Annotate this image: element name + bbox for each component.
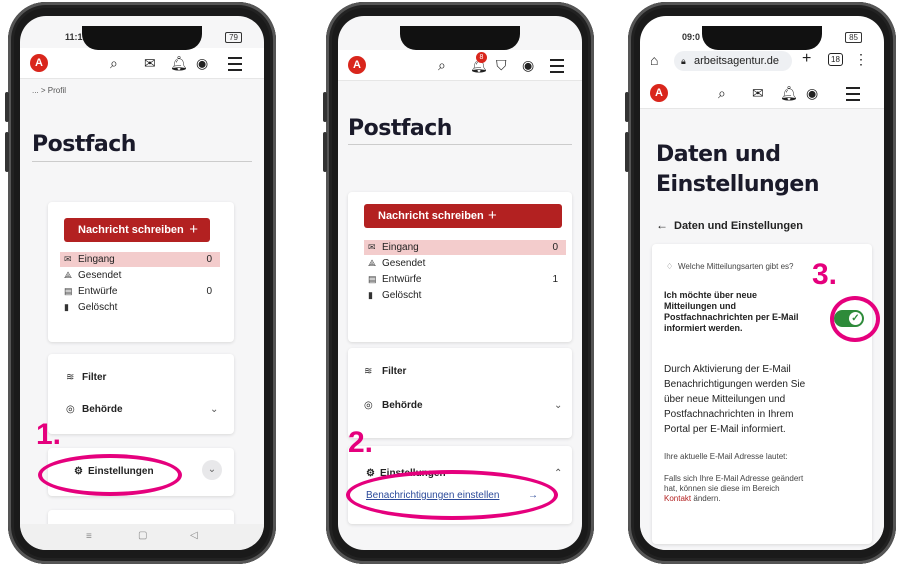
filter-icon: ≋ — [364, 366, 373, 377]
page-title: Postfach — [348, 116, 452, 141]
authority-dropdown[interactable]: Behörde — [382, 400, 423, 411]
description-text: Durch Aktivierung der E-Mail Benachricht… — [664, 364, 806, 435]
new-tab-icon[interactable]: + — [802, 50, 811, 68]
android-nav-bar: ≡ ▢ ◁ — [20, 524, 264, 550]
expand-button[interactable]: ⌄ — [202, 460, 222, 480]
search-icon[interactable]: ⌕ — [718, 85, 726, 101]
user-icon[interactable]: ◉ — [196, 55, 208, 71]
folder-sent[interactable]: ⟁ Gesendet — [364, 256, 566, 271]
trash-icon: ▮ — [64, 302, 69, 312]
write-message-button[interactable]: Nachricht schreiben + — [64, 218, 210, 242]
option-text: Ich möchte über neue Mitteilungen und Po… — [664, 290, 799, 333]
inbox-icon: ✉ — [64, 254, 72, 264]
phone-3-screen: 09:0 85 ⌂ 🔒︎ arbeitsagentur.de + 18 ⋮ A … — [640, 16, 884, 550]
notification-badge: 8 — [476, 52, 487, 63]
battery-icon: 79 — [225, 32, 242, 43]
step-2-label: 2. — [348, 426, 374, 459]
menu-icon[interactable] — [550, 59, 564, 73]
site-header: A ⌕ ✉ 🔔︎ ◉ — [640, 78, 884, 109]
folder-drafts[interactable]: ▤ Entwürfe 0 — [60, 284, 220, 299]
inbox-icon: ✉ — [368, 242, 376, 252]
sent-icon: ⟁ — [368, 258, 377, 268]
highlight-oval-3 — [830, 296, 880, 342]
page-title-line-2: Einstellungen — [656, 172, 820, 197]
trash-icon: ▮ — [368, 290, 373, 300]
home-icon[interactable]: ⌂ — [650, 52, 658, 68]
lightbulb-icon: ♢ — [666, 262, 674, 271]
filter-label[interactable]: Filter — [82, 372, 106, 383]
back-arrow-icon[interactable]: ← — [656, 218, 668, 232]
status-time: 09:0 — [682, 32, 701, 42]
logo-icon[interactable]: A — [348, 56, 366, 74]
contact-link[interactable]: Kontakt — [664, 494, 691, 503]
page-title: Postfach — [32, 132, 136, 157]
draft-icon: ▤ — [368, 274, 377, 284]
change-hint: Falls sich Ihre E-Mail Adresse geändert … — [664, 474, 804, 503]
url-field[interactable]: 🔒︎ arbeitsagentur.de — [674, 51, 792, 71]
chevron-up-icon[interactable]: ⌃ — [554, 468, 562, 479]
logo-icon[interactable]: A — [650, 84, 668, 102]
authority-icon: ◎ — [66, 404, 75, 415]
phone-3: 09:0 85 ⌂ 🔒︎ arbeitsagentur.de + 18 ⋮ A … — [625, 2, 896, 564]
home-icon[interactable]: ▢ — [138, 530, 147, 541]
menu-icon[interactable] — [846, 87, 860, 101]
battery-icon: 85 — [845, 32, 862, 43]
back-link[interactable]: Daten und Einstellungen — [674, 220, 803, 232]
filter-label[interactable]: Filter — [382, 366, 406, 377]
filter-card: ≋ Filter ◎ Behörde ⌄ — [348, 348, 572, 438]
notification-settings-card: ♢ Welche Mitteilungsarten gibt es? Ich m… — [652, 244, 872, 544]
plus-icon: + — [488, 207, 497, 224]
chevron-down-icon[interactable]: ⌄ — [210, 404, 218, 415]
authority-icon: ◎ — [364, 400, 373, 411]
user-icon[interactable]: ◉ — [806, 85, 818, 101]
shield-icon[interactable]: ⛉ — [496, 57, 507, 73]
info-question-link[interactable]: Welche Mitteilungsarten gibt es? — [678, 262, 793, 271]
bell-icon[interactable]: 🔔︎ — [780, 85, 798, 101]
plus-icon: + — [189, 221, 198, 238]
mail-icon[interactable]: ✉ — [144, 55, 156, 71]
step-1-label: 1. — [36, 418, 62, 451]
status-time: 11:1 — [65, 32, 83, 42]
browser-bar: ⌂ 🔒︎ arbeitsagentur.de + 18 ⋮ — [640, 46, 884, 76]
authority-dropdown[interactable]: Behörde — [82, 404, 123, 415]
current-email-label: Ihre aktuelle E-Mail Adresse lautet: — [664, 452, 788, 461]
folder-inbox[interactable]: ✉ Eingang 0 — [60, 252, 220, 267]
logo-icon[interactable]: A — [30, 54, 48, 72]
mail-icon[interactable]: ✉ — [752, 85, 764, 101]
recent-apps-icon[interactable]: ≡ — [86, 531, 92, 542]
tabs-count-button[interactable]: 18 — [828, 53, 843, 66]
lock-icon: 🔒︎ — [681, 56, 686, 66]
folder-drafts[interactable]: ▤ Entwürfe 1 — [364, 272, 566, 287]
folder-inbox[interactable]: ✉ Eingang 0 — [364, 240, 566, 255]
highlight-oval-2 — [346, 470, 558, 520]
user-icon[interactable]: ◉ — [522, 57, 534, 73]
chevron-down-icon[interactable]: ⌄ — [554, 400, 562, 411]
folder-sent[interactable]: ⟁ Gesendet — [60, 268, 220, 283]
mailbox-card: Nachricht schreiben + ✉ Eingang 0 ⟁ Gesendet… — [348, 192, 572, 342]
filter-card: ≋ Filter ◎ Behörde ⌄ — [48, 354, 234, 434]
step-3-label: 3. — [812, 258, 838, 291]
sent-icon: ⟁ — [64, 270, 73, 280]
site-header: A ⌕ ✉ 🔔︎ ◉ — [20, 48, 264, 79]
site-header: A ⌕ 🔔︎ 8 ⛉ ◉ — [338, 50, 582, 81]
breadcrumb[interactable]: ... > Profil — [32, 86, 66, 95]
back-icon[interactable]: ◁ — [190, 530, 198, 541]
highlight-oval-1 — [38, 454, 182, 496]
write-message-button[interactable]: Nachricht schreiben + — [364, 204, 562, 228]
draft-icon: ▤ — [64, 286, 73, 296]
more-options-icon[interactable]: ⋮ — [854, 51, 868, 68]
search-icon[interactable]: ⌕ — [438, 57, 446, 73]
folder-deleted[interactable]: ▮ Gelöscht — [60, 300, 220, 315]
bell-icon[interactable]: 🔔︎ — [170, 55, 188, 71]
menu-icon[interactable] — [228, 57, 242, 71]
mailbox-card: Nachricht schreiben + ✉ Eingang 0 ⟁ Gesendet… — [48, 202, 234, 342]
filter-icon: ≋ — [66, 372, 75, 383]
folder-deleted[interactable]: ▮ Gelöscht — [364, 288, 566, 303]
page-title-line-1: Daten und — [656, 142, 781, 167]
search-icon[interactable]: ⌕ — [110, 55, 118, 71]
bell-icon[interactable]: 🔔︎ 8 — [470, 52, 488, 73]
